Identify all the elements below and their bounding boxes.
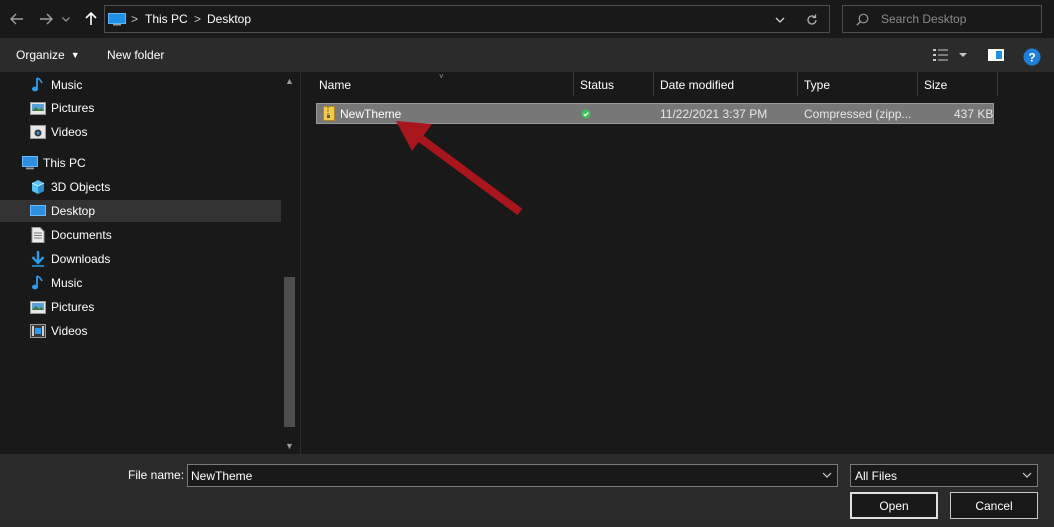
breadcrumb-separator: >	[194, 12, 202, 26]
chevron-down-icon: ▼	[70, 50, 80, 60]
back-arrow-icon	[10, 13, 23, 25]
refresh-icon[interactable]	[803, 11, 821, 29]
nav-item-label: This PC	[43, 156, 86, 170]
address-bar[interactable]: > This PC > Desktop	[104, 5, 830, 33]
videos-icon	[30, 124, 46, 140]
search-input[interactable]	[881, 11, 1036, 27]
pictures-icon	[30, 299, 46, 315]
navigation-pane: Music Pictures Videos This PC 3D Objects…	[0, 72, 300, 454]
music-icon	[30, 275, 46, 291]
up-button[interactable]	[80, 8, 102, 30]
file-type-value: All Files	[855, 469, 898, 483]
synced-check-icon	[581, 109, 591, 119]
nav-item-label: Pictures	[51, 101, 95, 115]
date-modified-cell: 11/22/2021 3:37 PM	[660, 107, 768, 121]
help-icon[interactable]: ?	[1023, 48, 1041, 66]
column-header-size[interactable]: Size	[918, 72, 998, 96]
sort-indicator-icon: ˅	[439, 72, 444, 81]
size-cell: 437 KB	[954, 107, 994, 121]
scroll-up-icon[interactable]: ▲	[285, 76, 294, 86]
this-pc-icon	[22, 155, 38, 171]
details-view-icon	[933, 49, 967, 61]
breadcrumb-separator: >	[131, 12, 139, 26]
nav-item-desktop[interactable]: Desktop	[0, 200, 281, 222]
downloads-icon	[30, 251, 46, 267]
nav-item-music[interactable]: Music	[0, 74, 281, 96]
organize-label: Organize	[16, 48, 65, 62]
nav-item-label: Videos	[51, 324, 88, 338]
nav-item-label: Music	[51, 276, 83, 290]
nav-item-label: Desktop	[51, 204, 96, 218]
forward-button[interactable]	[35, 8, 57, 30]
desktop-icon	[30, 203, 46, 219]
search-box[interactable]	[842, 5, 1042, 33]
scrollbar-thumb[interactable]	[284, 277, 295, 427]
this-pc-icon	[108, 13, 126, 26]
nav-item-this-pc[interactable]: This PC	[0, 152, 281, 174]
organize-button[interactable]: Organize ▼	[16, 48, 80, 62]
change-view-button[interactable]	[932, 47, 968, 63]
music-icon	[30, 77, 46, 93]
nav-item-label: Documents	[51, 228, 112, 242]
chevron-down-icon	[1022, 472, 1032, 478]
nav-item-3d-objects[interactable]: 3D Objects	[0, 176, 281, 198]
open-button[interactable]: Open	[850, 492, 938, 519]
nav-item-videos[interactable]: Videos	[0, 320, 281, 342]
new-folder-button[interactable]: New folder	[107, 48, 164, 62]
3d-objects-icon	[30, 179, 46, 195]
file-name-input[interactable]	[191, 468, 811, 483]
search-icon	[856, 13, 869, 26]
nav-item-label: Pictures	[51, 300, 95, 314]
documents-icon	[30, 227, 46, 243]
chevron-down-icon[interactable]	[821, 469, 833, 481]
command-toolbar: Organize ▼ New folder	[0, 38, 1054, 72]
nav-item-label: Videos	[51, 125, 88, 139]
recent-locations-button[interactable]	[59, 8, 73, 30]
nav-item-videos[interactable]: Videos	[0, 121, 281, 143]
up-arrow-icon	[85, 12, 97, 25]
file-type-select[interactable]: All Files	[850, 464, 1038, 487]
type-cell: Compressed (zipp...	[804, 107, 912, 121]
nav-item-documents[interactable]: Documents	[0, 224, 281, 246]
nav-item-label: Music	[51, 78, 83, 92]
scroll-down-icon[interactable]: ▼	[285, 441, 294, 451]
nav-item-downloads[interactable]: Downloads	[0, 248, 281, 270]
file-name-cell: NewTheme	[340, 107, 402, 121]
nav-item-pictures[interactable]: Pictures	[0, 97, 281, 119]
preview-pane-icon	[988, 49, 1004, 61]
table-row[interactable]: NewTheme 11/22/2021 3:37 PM Compressed (…	[316, 103, 994, 124]
cancel-button[interactable]: Cancel	[950, 492, 1038, 519]
file-name-label: File name:	[128, 468, 185, 482]
svg-text:?: ?	[1028, 51, 1035, 65]
forward-arrow-icon	[40, 13, 53, 25]
column-header-date-modified[interactable]: Date modified	[654, 72, 798, 96]
nav-item-label: 3D Objects	[51, 180, 111, 194]
preview-pane-button[interactable]	[987, 47, 1005, 63]
chevron-down-icon	[62, 16, 70, 22]
file-name-combobox[interactable]	[187, 464, 838, 487]
address-row: > This PC > Desktop	[0, 0, 1054, 38]
nav-scrollbar[interactable]: ▲ ▼	[281, 72, 298, 454]
nav-item-pictures[interactable]: Pictures	[0, 296, 281, 318]
zip-folder-icon	[323, 106, 335, 121]
breadcrumb-desktop[interactable]: Desktop	[207, 12, 251, 26]
column-header-status[interactable]: Status	[574, 72, 654, 96]
pictures-icon	[30, 100, 46, 116]
file-list: Name ˅ Status Date modified Type Size Ne…	[301, 72, 1054, 454]
column-header-type[interactable]: Type	[798, 72, 918, 96]
dialog-footer: File name: All Files Open Cancel	[0, 454, 1054, 527]
nav-item-music[interactable]: Music	[0, 272, 281, 294]
nav-item-label: Downloads	[51, 252, 111, 266]
back-button[interactable]	[6, 8, 28, 30]
breadcrumb-this-pc[interactable]: This PC	[145, 12, 188, 26]
chevron-down-icon[interactable]	[772, 12, 788, 28]
videos-icon	[30, 323, 46, 339]
